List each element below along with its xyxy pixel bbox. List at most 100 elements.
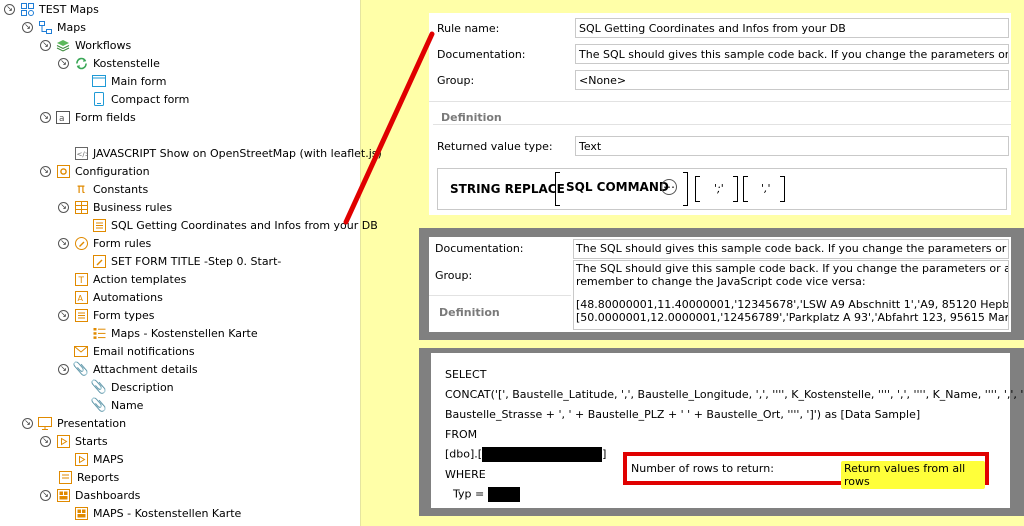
tree-label: Dashboards bbox=[75, 488, 141, 502]
divider bbox=[429, 295, 571, 296]
tree-item-business-rules[interactable]: ↘ Business rules bbox=[58, 198, 172, 216]
tree-label: Maps bbox=[57, 20, 86, 34]
arg1-value[interactable]: ';' bbox=[714, 182, 724, 195]
sql-command-label[interactable]: SQL COMMAND bbox=[566, 180, 669, 194]
sql-line: WHERE bbox=[445, 468, 486, 481]
refresh-icon bbox=[74, 56, 88, 70]
navigation-tree: ↘ TEST Maps ↘ Maps ↘ Workflows ↘ Kostens… bbox=[0, 0, 382, 526]
collapse-toggle-icon[interactable]: ↘ bbox=[22, 21, 33, 33]
dashboard-icon bbox=[74, 506, 88, 520]
tree-label: Maps - Kostenstellen Karte bbox=[111, 326, 258, 340]
sql-line: FROM bbox=[445, 428, 478, 441]
rule-name-label: Rule name: bbox=[437, 21, 500, 35]
tree-item-root[interactable]: ↘ TEST Maps bbox=[4, 0, 99, 18]
tree-item-presentation[interactable]: ↘ Presentation bbox=[22, 414, 126, 432]
documentation-input[interactable]: The SQL should gives this sample code ba… bbox=[573, 239, 1009, 259]
automation-icon: A bbox=[74, 290, 88, 304]
rows-to-return-select[interactable]: Return values from all rows bbox=[841, 461, 985, 489]
collapse-toggle-icon[interactable]: ↘ bbox=[58, 309, 69, 321]
tree-item-javascript[interactable]: </> JAVASCRIPT Show on OpenStreetMap (wi… bbox=[74, 144, 382, 162]
collapse-toggle-icon[interactable]: ↘ bbox=[40, 489, 51, 501]
tree-item-maps-dashboard[interactable]: MAPS - Kostenstellen Karte bbox=[74, 504, 241, 522]
group-select[interactable]: <None> bbox=[575, 70, 1009, 90]
process-icon bbox=[38, 20, 52, 34]
tree-item-dashboards[interactable]: ↘ Dashboards bbox=[40, 486, 140, 504]
tree-item-name[interactable]: 📎 Name bbox=[91, 396, 144, 414]
collapse-toggle-icon[interactable]: ↘ bbox=[58, 201, 69, 213]
collapse-toggle-icon[interactable]: ↘ bbox=[58, 57, 69, 69]
tree-label: Attachment details bbox=[93, 362, 198, 376]
tree-item-attachment-details[interactable]: ↘ 📎 Attachment details bbox=[58, 360, 198, 378]
collapse-toggle-icon[interactable]: ↘ bbox=[58, 363, 69, 375]
definition-legend: Definition bbox=[437, 111, 506, 124]
rows-to-return-highlight: Number of rows to return: Return values … bbox=[623, 452, 989, 489]
more-options-icon[interactable]: ⋯ bbox=[661, 179, 677, 195]
sql-text: ] bbox=[602, 447, 607, 461]
tree-label: SQL Getting Coordinates and Infos from y… bbox=[111, 218, 378, 232]
tree-item-form-rules[interactable]: ↘ Form rules bbox=[58, 234, 151, 252]
rule-list-icon bbox=[92, 218, 106, 232]
fields-icon: a bbox=[56, 110, 70, 124]
collapse-toggle-icon[interactable]: ↘ bbox=[58, 237, 69, 249]
documentation-expanded-text[interactable]: The SQL should give this sample code bac… bbox=[573, 260, 1009, 330]
documentation-zoom-panel: Documentation: The SQL should gives this… bbox=[429, 237, 1011, 332]
tree-item-maps[interactable]: ↘ Maps bbox=[22, 18, 86, 36]
tree-item-sql-rule[interactable]: SQL Getting Coordinates and Infos from y… bbox=[92, 216, 378, 234]
tree-label: Form types bbox=[93, 308, 155, 322]
sql-where-line: Typ = bbox=[453, 487, 520, 502]
tree-item-maps-karte[interactable]: Maps - Kostenstellen Karte bbox=[92, 324, 258, 342]
tree-item-reports[interactable]: Reports bbox=[58, 468, 119, 486]
sql-line: Baustelle_Strasse + ', ' + Baustelle_PLZ… bbox=[445, 408, 921, 421]
paperclip-icon: 📎 bbox=[72, 361, 90, 377]
tree-item-compact-form[interactable]: Compact form bbox=[92, 90, 189, 108]
tree-item-set-form-title[interactable]: SET FORM TITLE -Step 0. Start- bbox=[92, 252, 281, 270]
rule-editor-panel: Rule name: SQL Getting Coordinates and I… bbox=[429, 13, 1011, 215]
tree-label: Name bbox=[111, 398, 144, 412]
documentation-row: Documentation: The SQL should gives this… bbox=[429, 43, 1011, 65]
collapse-toggle-icon[interactable]: ↘ bbox=[40, 39, 51, 51]
arg2-value[interactable]: ',' bbox=[761, 182, 771, 195]
collapse-toggle-icon[interactable]: ↘ bbox=[4, 3, 15, 15]
tree-item-form-fields[interactable]: ↘ a Form fields bbox=[40, 108, 136, 126]
tree-label: Form rules bbox=[93, 236, 152, 250]
app-icon bbox=[20, 2, 34, 16]
doc-line: [50.0000001,12.0000001,'12456789','Parkp… bbox=[576, 310, 1009, 324]
tree-item-main-form[interactable]: Main form bbox=[92, 72, 166, 90]
documentation-input[interactable]: The SQL should gives this sample code ba… bbox=[575, 44, 1009, 64]
tree-item-automations[interactable]: A Automations bbox=[74, 288, 163, 306]
arg1-bracket-open bbox=[695, 176, 700, 202]
returned-value-select[interactable]: Text bbox=[575, 136, 1009, 156]
tree-item-form-types[interactable]: ↘ Form types bbox=[58, 306, 155, 324]
svg-text:</>: </> bbox=[76, 150, 88, 158]
tree-item-email-notifications[interactable]: Email notifications bbox=[74, 342, 195, 360]
tree-item-kostenstelle[interactable]: ↘ Kostenstelle bbox=[58, 54, 160, 72]
documentation-label: Documentation: bbox=[437, 47, 526, 61]
tree-item-starts[interactable]: ↘ Starts bbox=[40, 432, 108, 450]
bracket-open bbox=[555, 172, 560, 206]
envelope-icon bbox=[74, 344, 88, 358]
rule-name-input[interactable]: SQL Getting Coordinates and Infos from y… bbox=[575, 18, 1009, 38]
sql-line: SELECT bbox=[445, 368, 487, 381]
group-label: Group: bbox=[435, 269, 473, 282]
collapse-toggle-icon[interactable]: ↘ bbox=[40, 435, 51, 447]
code-icon: </> bbox=[74, 146, 88, 160]
expression-builder: STRING REPLACE SQL COMMAND ⋯ ';' ',' bbox=[437, 168, 1007, 210]
tree-label: Starts bbox=[75, 434, 108, 448]
tree-label: Email notifications bbox=[93, 344, 195, 358]
tree-item-action-templates[interactable]: T Action templates bbox=[74, 270, 186, 288]
collapse-toggle-icon[interactable]: ↘ bbox=[40, 111, 51, 123]
mobile-icon bbox=[92, 92, 106, 106]
tree-item-workflows[interactable]: ↘ Workflows bbox=[40, 36, 131, 54]
documentation-label: Documentation: bbox=[435, 242, 524, 255]
string-replace-label[interactable]: STRING REPLACE bbox=[450, 182, 565, 196]
tree-item-maps-start[interactable]: MAPS bbox=[74, 450, 124, 468]
tree-label: SET FORM TITLE -Step 0. Start- bbox=[111, 254, 282, 268]
collapse-toggle-icon[interactable]: ↘ bbox=[22, 417, 33, 429]
tree-item-configuration[interactable]: ↘ Configuration bbox=[40, 162, 150, 180]
play-icon bbox=[56, 434, 70, 448]
sql-line: CONCAT('[', Baustelle_Latitude, ',', Bau… bbox=[445, 388, 1024, 401]
tree-item-constants[interactable]: π Constants bbox=[74, 180, 148, 198]
collapse-toggle-icon[interactable]: ↘ bbox=[40, 165, 51, 177]
doc-line: remember to change the JavaScript code v… bbox=[576, 274, 866, 288]
tree-item-description[interactable]: 📎 Description bbox=[91, 378, 174, 396]
